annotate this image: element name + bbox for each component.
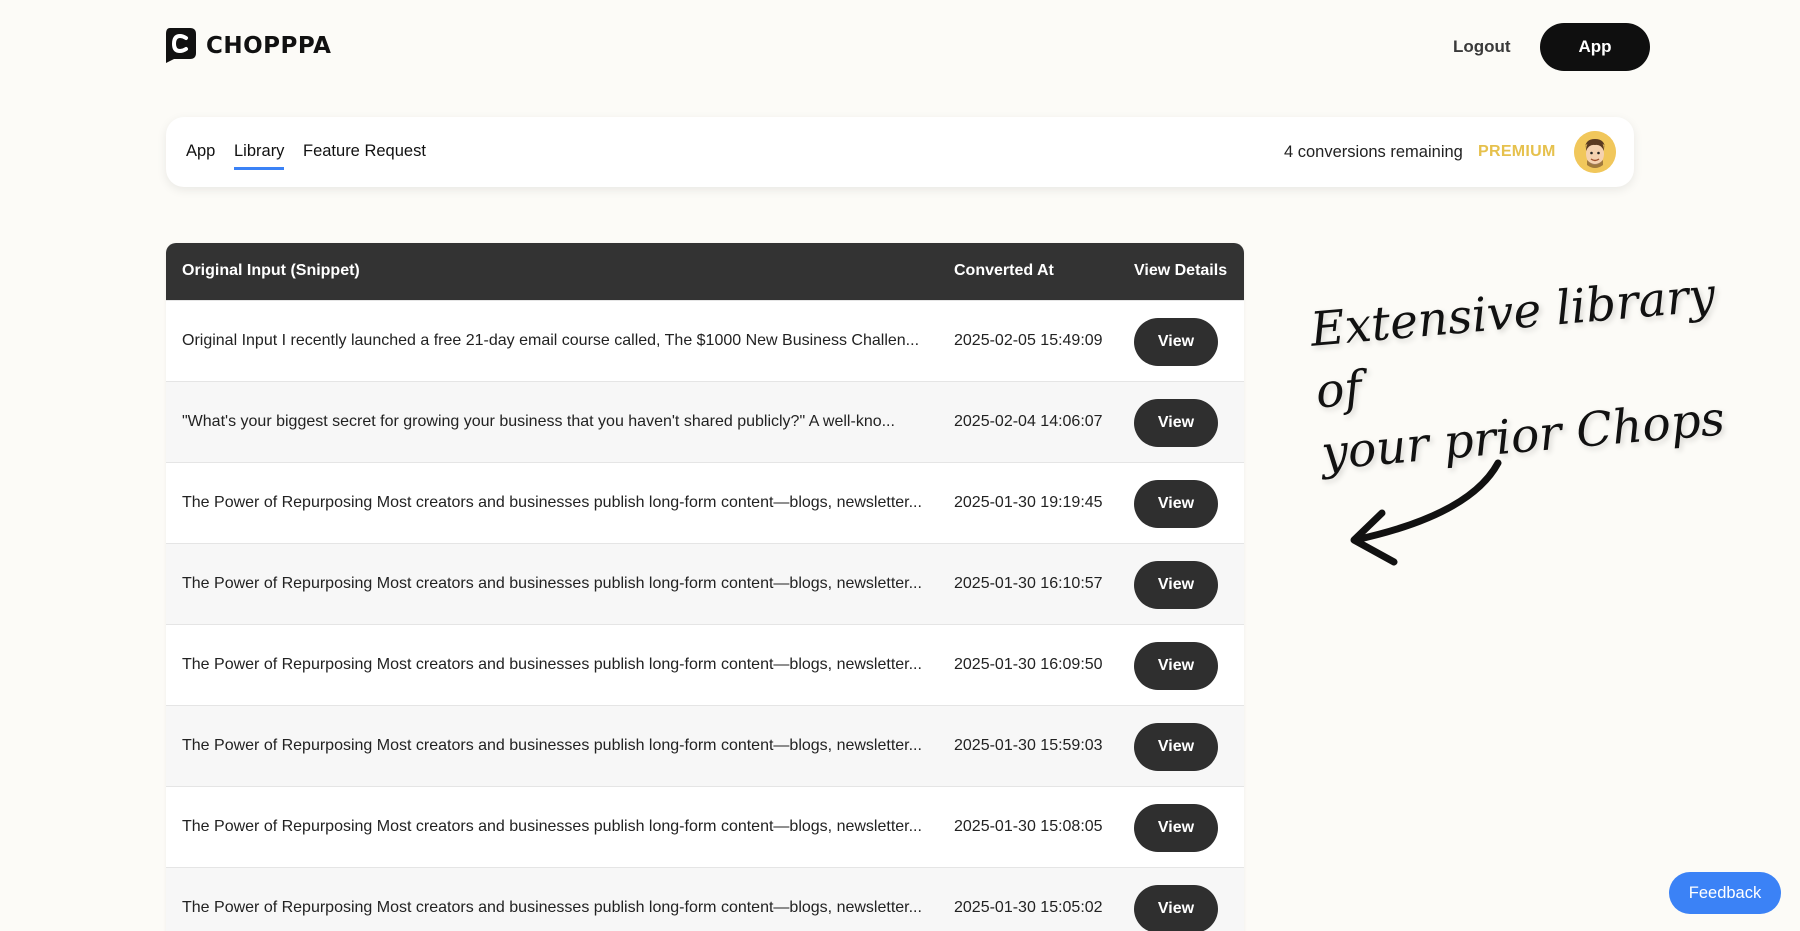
input-snippet: The Power of Repurposing Most creators a… <box>182 737 922 754</box>
library-table: Original Input (Snippet) Converted At Vi… <box>166 243 1244 931</box>
input-snippet: The Power of Repurposing Most creators a… <box>182 656 922 673</box>
input-snippet: The Power of Repurposing Most creators a… <box>182 899 922 916</box>
avatar[interactable] <box>1574 131 1616 173</box>
header-converted-at: Converted At <box>954 262 1054 279</box>
converted-at: 2025-01-30 15:59:03 <box>954 737 1103 754</box>
table-row: The Power of Repurposing Most creators a… <box>166 624 1244 705</box>
table-body: Original Input I recently launched a fre… <box>166 300 1244 931</box>
converted-at: 2025-01-30 15:08:05 <box>954 818 1103 835</box>
input-snippet: The Power of Repurposing Most creators a… <box>182 818 922 835</box>
view-button[interactable]: View <box>1134 723 1218 771</box>
chopppa-logo-icon <box>166 28 196 63</box>
header-original-input: Original Input (Snippet) <box>182 262 360 279</box>
plan-badge: PREMIUM <box>1478 143 1556 160</box>
logout-link[interactable]: Logout <box>1453 37 1511 57</box>
table-row: The Power of Repurposing Most creators a… <box>166 543 1244 624</box>
input-snippet: Original Input I recently launched a fre… <box>182 332 920 349</box>
view-button[interactable]: View <box>1134 804 1218 852</box>
converted-at: 2025-02-04 14:06:07 <box>954 413 1103 430</box>
table-row: The Power of Repurposing Most creators a… <box>166 705 1244 786</box>
converted-at: 2025-01-30 19:19:45 <box>954 494 1103 511</box>
curved-arrow-icon <box>1350 459 1502 566</box>
table-row: The Power of Repurposing Most creators a… <box>166 786 1244 867</box>
view-button[interactable]: View <box>1134 399 1218 447</box>
input-snippet: "What's your biggest secret for growing … <box>182 413 895 430</box>
input-snippet: The Power of Repurposing Most creators a… <box>182 494 922 511</box>
tab-feature-request[interactable]: Feature Request <box>303 141 426 161</box>
conversions-remaining: 4 conversions remaining <box>1284 143 1463 161</box>
table-row: The Power of Repurposing Most creators a… <box>166 867 1244 931</box>
view-button[interactable]: View <box>1134 642 1218 690</box>
feedback-button[interactable]: Feedback <box>1669 872 1781 914</box>
header-view-details: View Details <box>1134 262 1228 279</box>
app-button[interactable]: App <box>1540 23 1650 71</box>
table-row: "What's your biggest secret for growing … <box>166 381 1244 462</box>
table-header: Original Input (Snippet) Converted At Vi… <box>166 243 1244 300</box>
converted-at: 2025-02-05 15:49:09 <box>954 332 1103 349</box>
top-header: CHOPPPA Logout App <box>164 23 1650 71</box>
view-button[interactable]: View <box>1134 318 1218 366</box>
page: CHOPPPA Logout App App Library Feature R… <box>0 0 1800 931</box>
brand[interactable]: CHOPPPA <box>164 28 331 63</box>
view-button[interactable]: View <box>1134 885 1218 931</box>
view-button[interactable]: View <box>1134 480 1218 528</box>
converted-at: 2025-01-30 16:09:50 <box>954 656 1103 673</box>
avatar-icon <box>1574 131 1616 173</box>
tab-app[interactable]: App <box>186 141 215 161</box>
converted-at: 2025-01-30 16:10:57 <box>954 575 1103 592</box>
input-snippet: The Power of Repurposing Most creators a… <box>182 575 922 592</box>
tab-library[interactable]: Library <box>234 141 285 170</box>
converted-at: 2025-01-30 15:05:02 <box>954 899 1103 916</box>
promo-annotation: Extensive library of your prior Chops <box>1308 260 1782 485</box>
table-row: The Power of Repurposing Most creators a… <box>166 462 1244 543</box>
table-row: Original Input I recently launched a fre… <box>166 300 1244 381</box>
view-button[interactable]: View <box>1134 561 1218 609</box>
nav-card: App Library Feature Request 4 conversion… <box>166 117 1634 187</box>
brand-name: CHOPPPA <box>206 32 332 59</box>
